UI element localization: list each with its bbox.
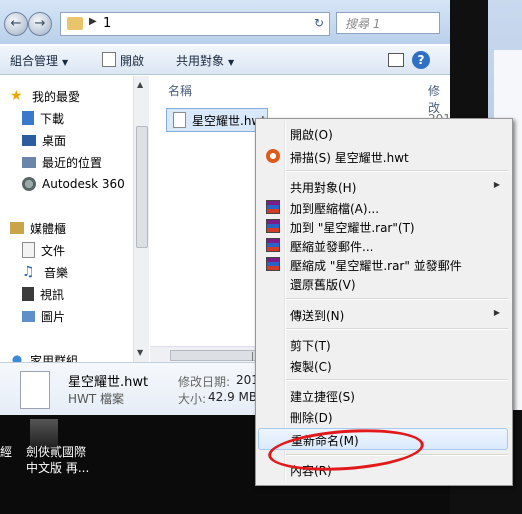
nav-documents[interactable]: 文件 [22,240,65,260]
video-icon [22,287,34,301]
nav-scrollbar[interactable]: ▲ ▼ [133,76,149,362]
menu-item-send-to[interactable]: 傳送到(N) ▶ [258,304,508,324]
details-size-label: 大小: [178,392,207,406]
downloads-icon [22,111,34,125]
nav-music[interactable]: ♫ 音樂 [22,262,68,282]
submenu-arrow-icon: ▶ [493,308,500,317]
navigation-pane: ★ 我的最愛 下載 桌面 最近的位置 Autodesk 360 媒體櫃 文件 ♫ 音… [0,76,150,362]
nav-pictures[interactable]: 圖片 [22,306,65,326]
desktop-icon-label-line2[interactable]: 中文版 再... [26,459,89,476]
search-input[interactable]: 搜尋 1 [336,12,440,34]
folder-icon [67,17,83,30]
scan-icon [266,149,280,163]
nav-favorites[interactable]: ★ 我的最愛 [10,86,80,106]
help-icon[interactable]: ? [412,51,430,69]
desktop-icon-label[interactable]: 劍俠貳國際 [26,443,86,460]
winrar-icon [266,219,280,233]
winrar-icon [266,257,280,271]
details-file-name: 星空耀世.hwt [68,375,149,390]
open-button[interactable]: 開啟 [102,52,144,69]
address-box[interactable]: ▶ 1 [60,12,330,36]
breadcrumb-chevron-icon[interactable]: ▶ [89,16,97,27]
menu-item-copy[interactable]: 複製(C) [258,355,508,375]
file-item[interactable]: 星空耀世.hwt [166,108,268,132]
menu-item-scan[interactable]: 掃描(S) 星空耀世.hwt [258,146,508,166]
menu-item-open[interactable]: 開啟(O) [258,123,508,143]
column-header-modified[interactable]: 修改 [428,82,450,116]
star-icon: ★ [10,88,23,104]
recent-places-icon [22,156,36,168]
pictures-icon [22,310,35,322]
refresh-icon[interactable]: ↻ [310,12,328,34]
column-header-name[interactable]: 名稱 [168,82,192,99]
submenu-arrow-icon: ▶ [493,180,500,189]
desktop-label-partial[interactable]: 經 [0,443,12,460]
menu-item-compress-email[interactable]: 壓縮並發郵件... [258,235,508,255]
nav-desktop[interactable]: 桌面 [22,130,66,150]
desktop-icon [22,134,36,146]
breadcrumb-path[interactable]: 1 [103,16,111,31]
music-icon: ♫ [22,264,35,280]
menu-item-create-shortcut[interactable]: 建立捷徑(S) [258,385,508,405]
menu-item-restore-previous[interactable]: 還原舊版(V) [258,273,508,293]
address-bar-area: ← → ▶ 1 ↻ 搜尋 1 [0,0,450,44]
back-button[interactable]: ← [4,12,28,36]
file-icon [173,112,186,128]
menu-item-delete[interactable]: 刪除(D) [258,406,508,426]
cloud-icon [22,177,36,191]
document-icon [102,52,116,67]
nav-downloads[interactable]: 下載 [22,108,64,128]
view-options-icon[interactable] [388,53,404,67]
nav-autodesk[interactable]: Autodesk 360 [22,174,125,194]
nav-libraries[interactable]: 媒體櫃 [10,218,66,238]
nav-video[interactable]: 視訊 [22,284,64,304]
scroll-up-icon[interactable]: ▲ [137,80,143,89]
dropdown-arrow-icon: ▼ [62,58,69,67]
documents-icon [22,242,35,258]
menu-item-add-to-rar[interactable]: 加到 "星空耀世.rar"(T) [258,216,508,236]
scroll-down-icon[interactable]: ▼ [137,348,143,357]
winrar-icon [266,200,280,214]
menu-item-share-with[interactable]: 共用對象(H) ▶ [258,176,508,196]
homegroup-icon [10,353,24,362]
libraries-icon [10,222,24,234]
nav-homegroup[interactable]: 家用群組 [10,350,78,362]
share-button[interactable]: 共用對象 ▼ [176,52,234,69]
nav-recent-places[interactable]: 最近的位置 [22,152,102,172]
dropdown-arrow-icon: ▼ [228,58,235,67]
menu-item-compress-rar-email[interactable]: 壓縮成 "星空耀世.rar" 並發郵件 [258,254,508,274]
menu-item-add-to-archive[interactable]: 加到壓縮檔(A)... [258,197,508,217]
details-size-value: 42.9 MB [208,390,258,404]
file-preview-icon [20,371,50,409]
command-bar: 組合管理 ▼ 開啟 共用對象 ▼ ? [0,46,450,75]
forward-button[interactable]: → [28,12,52,36]
details-file-type: HWT 檔案 [68,392,125,406]
winrar-icon [266,238,280,252]
details-modified-label: 修改日期: [178,375,231,389]
scrollbar-thumb[interactable] [136,126,148,248]
organize-button[interactable]: 組合管理 ▼ [10,52,68,69]
menu-item-cut[interactable]: 剪下(T) [258,334,508,354]
